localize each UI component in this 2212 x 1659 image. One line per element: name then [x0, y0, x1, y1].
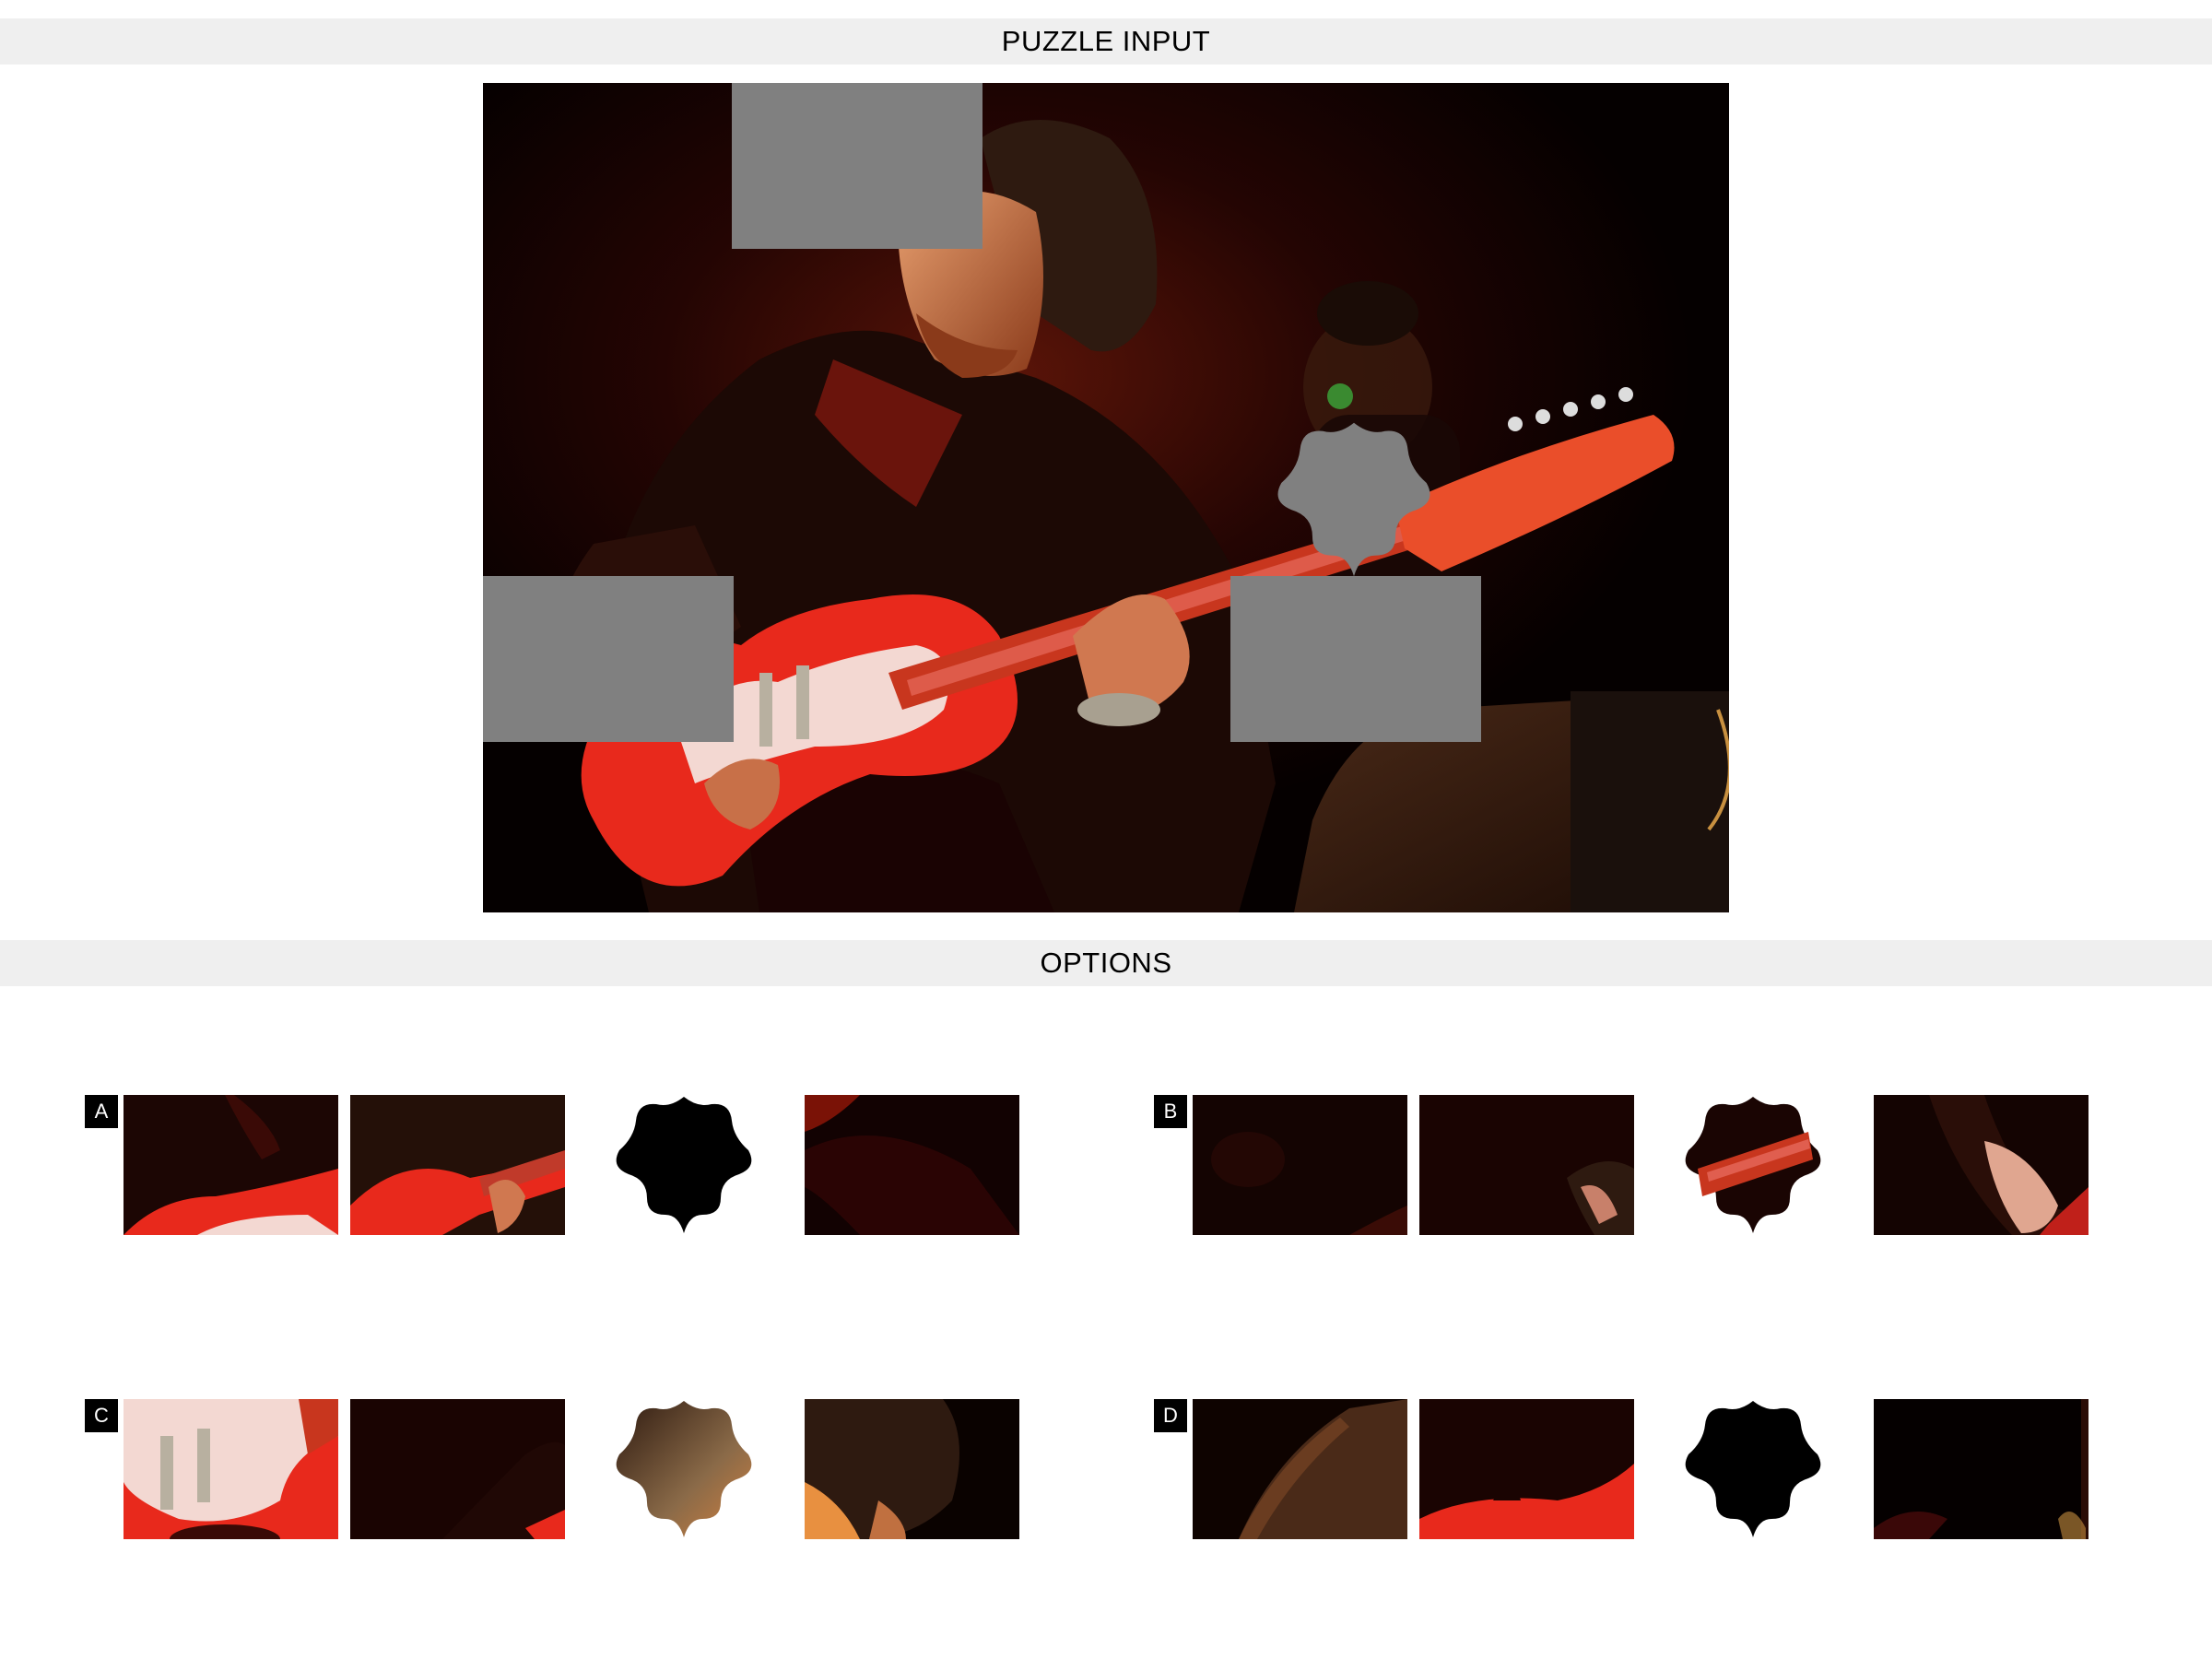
missing-piece-top [732, 83, 982, 249]
option-b-tile-1 [1193, 1095, 1407, 1235]
option-c-tile-2 [350, 1399, 565, 1539]
missing-piece-star [1277, 422, 1430, 577]
option-b-tile-2 [1419, 1095, 1634, 1235]
option-a-tile-2 [350, 1095, 565, 1235]
option-d-tile-2 [1419, 1399, 1634, 1539]
option-label: D [1154, 1399, 1187, 1432]
options-header: OPTIONS [0, 940, 2212, 986]
option-c[interactable]: C [85, 1399, 1043, 1547]
option-c-tile-1 [124, 1399, 338, 1539]
puzzle-image [483, 83, 1729, 912]
option-c-star [610, 1399, 758, 1539]
option-b-star [1679, 1095, 1827, 1235]
option-a-tile-4 [805, 1095, 1019, 1235]
option-d-tile-4 [1874, 1399, 2088, 1539]
option-d[interactable]: D [1154, 1399, 2112, 1547]
option-a-tile-1 [124, 1095, 338, 1235]
option-d-tile-1 [1193, 1399, 1407, 1539]
missing-piece-right [1230, 576, 1481, 742]
puzzle-input-header: PUZZLE INPUT [0, 18, 2212, 65]
option-a-star [610, 1095, 758, 1235]
option-d-star [1679, 1399, 1827, 1539]
option-label: B [1154, 1095, 1187, 1128]
missing-piece-left [483, 576, 734, 742]
option-a[interactable]: A [85, 1095, 1043, 1242]
option-b-tile-4 [1874, 1095, 2088, 1235]
option-b[interactable]: B [1154, 1095, 2112, 1242]
option-label: C [85, 1399, 118, 1432]
option-c-tile-4 [805, 1399, 1019, 1539]
option-label: A [85, 1095, 118, 1128]
